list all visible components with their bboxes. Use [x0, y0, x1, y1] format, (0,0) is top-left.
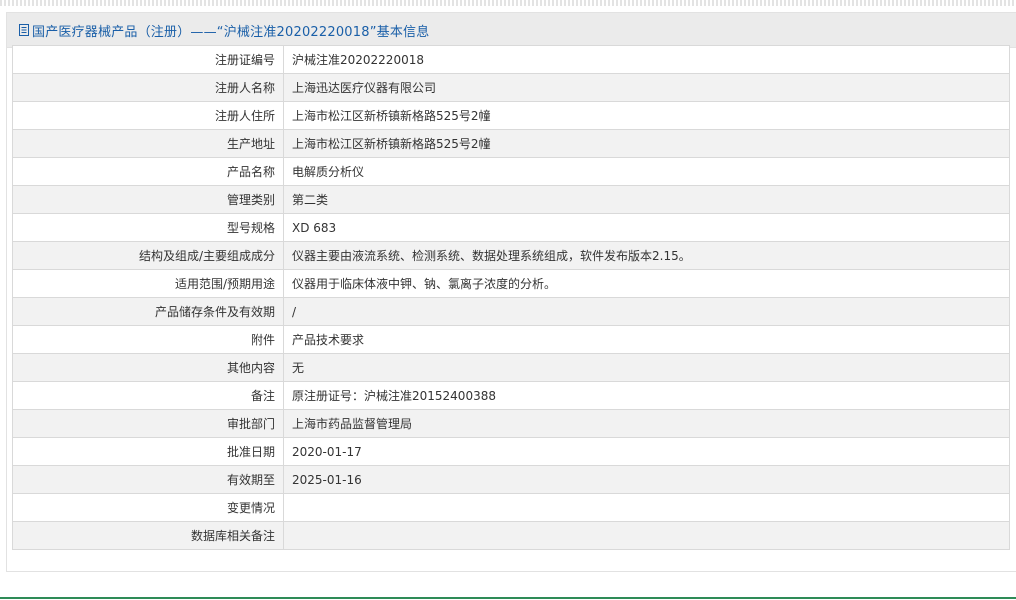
row-value: 2020-01-17 [283, 437, 1010, 466]
table-row: 备注 原注册证号：沪械注准20152400388 [12, 381, 1010, 410]
row-label: 注册人住所 [12, 101, 284, 130]
table-row: 注册人名称 上海迅达医疗仪器有限公司 [12, 73, 1010, 102]
table-row: 批准日期 2020-01-17 [12, 437, 1010, 466]
row-value: 沪械注准20202220018 [283, 45, 1010, 74]
row-label: 型号规格 [12, 213, 284, 242]
row-value [283, 521, 1010, 550]
row-label: 生产地址 [12, 129, 284, 158]
table-row: 有效期至 2025-01-16 [12, 465, 1010, 494]
panel-header: 国产医疗器械产品（注册）——“沪械注准20202220018”基本信息 [7, 13, 1016, 48]
table-row: 产品名称 电解质分析仪 [12, 157, 1010, 186]
row-label: 有效期至 [12, 465, 284, 494]
table-row: 生产地址 上海市松江区新桥镇新格路525号2幢 [12, 129, 1010, 158]
table-row: 审批部门 上海市药品监督管理局 [12, 409, 1010, 438]
row-value: 第二类 [283, 185, 1010, 214]
row-value: 上海迅达医疗仪器有限公司 [283, 73, 1010, 102]
info-table: 注册证编号 沪械注准20202220018 注册人名称 上海迅达医疗仪器有限公司 注… [12, 45, 1010, 550]
row-value: XD 683 [283, 213, 1010, 242]
row-value: 无 [283, 353, 1010, 382]
row-label: 注册证编号 [12, 45, 284, 74]
row-value: 2025-01-16 [283, 465, 1010, 494]
row-value: 上海市松江区新桥镇新格路525号2幢 [283, 101, 1010, 130]
row-label: 审批部门 [12, 409, 284, 438]
table-row: 注册证编号 沪械注准20202220018 [12, 45, 1010, 74]
row-label: 结构及组成/主要组成成分 [12, 241, 284, 270]
page-title: 国产医疗器械产品（注册）——“沪械注准20202220018”基本信息 [32, 24, 430, 40]
table-row: 注册人住所 上海市松江区新桥镇新格路525号2幢 [12, 101, 1010, 130]
table-row: 其他内容无 [12, 353, 1010, 382]
row-label: 附件 [12, 325, 284, 354]
row-label: 注册人名称 [12, 73, 284, 102]
row-label: 数据库相关备注 [12, 521, 284, 550]
row-label: 适用范围/预期用途 [12, 269, 284, 298]
table-row: 管理类别 第二类 [12, 185, 1010, 214]
row-label: 备注 [12, 381, 284, 410]
row-value: 仪器主要由液流系统、检测系统、数据处理系统组成，软件发布版本2.15。 [283, 241, 1010, 270]
row-label: 产品储存条件及有效期 [12, 297, 284, 326]
row-label: 其他内容 [12, 353, 284, 382]
row-label: 产品名称 [12, 157, 284, 186]
row-value: 原注册证号：沪械注准20152400388 [283, 381, 1010, 410]
table-row: 型号规格 XD 683 [12, 213, 1010, 242]
row-label: 管理类别 [12, 185, 284, 214]
table-row: 变更情况 [12, 493, 1010, 522]
table-row: 适用范围/预期用途 仪器用于临床体液中钾、钠、氯离子浓度的分析。 [12, 269, 1010, 298]
row-label: 批准日期 [12, 437, 284, 466]
bottom-divider [0, 597, 1016, 599]
table-row: 结构及组成/主要组成成分 仪器主要由液流系统、检测系统、数据处理系统组成，软件发布… [12, 241, 1010, 270]
table-row: 产品储存条件及有效期 / [12, 297, 1010, 326]
row-value: 产品技术要求 [283, 325, 1010, 354]
row-value [283, 493, 1010, 522]
row-value: / [283, 297, 1010, 326]
row-value: 仪器用于临床体液中钾、钠、氯离子浓度的分析。 [283, 269, 1010, 298]
document-icon [19, 24, 29, 36]
row-value: 上海市松江区新桥镇新格路525号2幢 [283, 129, 1010, 158]
table-row: 附件 产品技术要求 [12, 325, 1010, 354]
table-row: 数据库相关备注 [12, 521, 1010, 550]
row-label: 变更情况 [12, 493, 284, 522]
top-dotted-border [0, 0, 1016, 6]
row-value: 电解质分析仪 [283, 157, 1010, 186]
row-value: 上海市药品监督管理局 [283, 409, 1010, 438]
